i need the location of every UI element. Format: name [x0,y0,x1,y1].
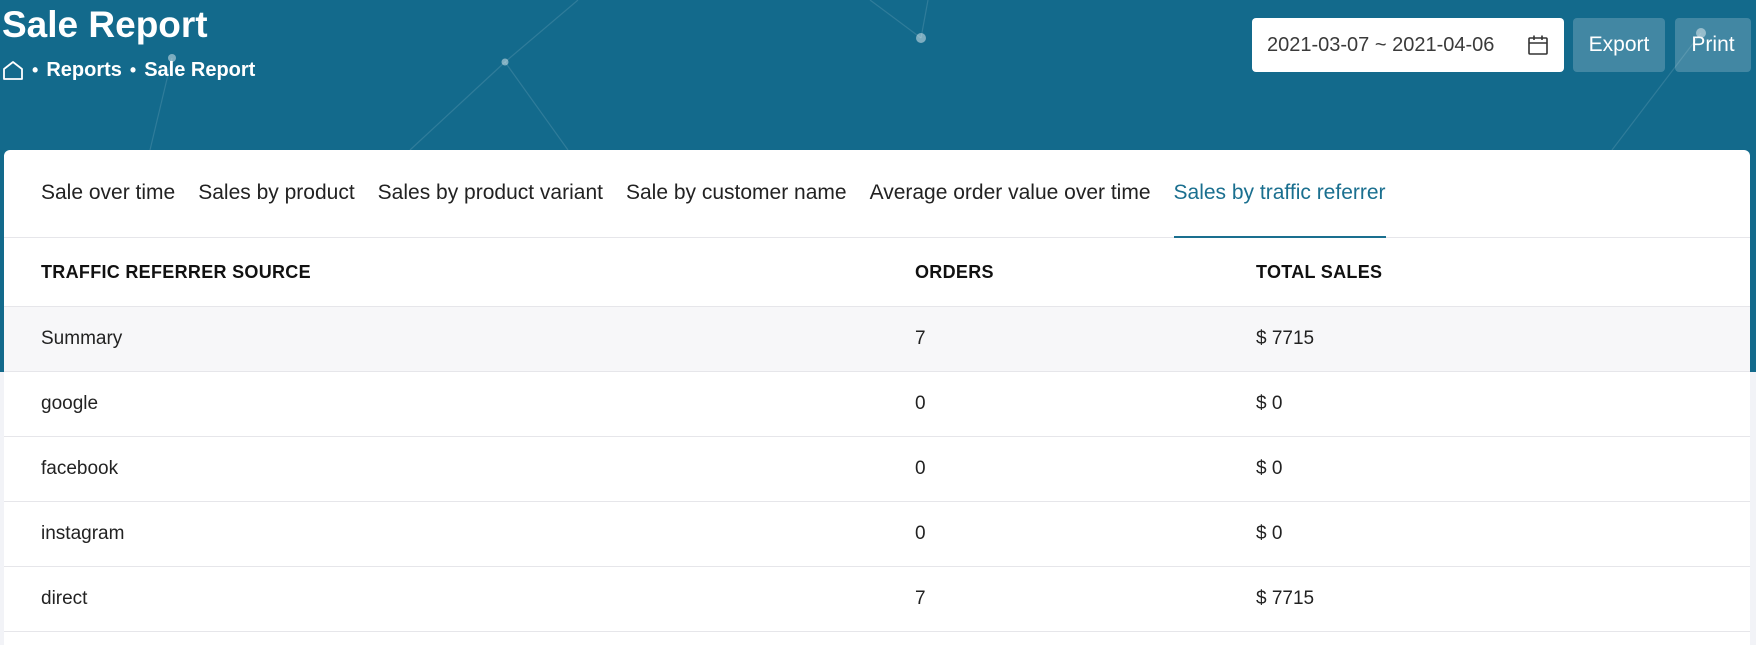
column-header-orders[interactable]: ORDERS [915,238,1256,307]
column-header-total-sales[interactable]: TOTAL SALES [1256,238,1750,307]
tab-sales-by-traffic-referrer[interactable]: Sales by traffic referrer [1173,150,1386,238]
summary-orders: 7 [915,306,1256,372]
tab-sales-by-product-variant[interactable]: Sales by product variant [378,150,603,238]
breadcrumb-current: Sale Report [144,58,256,81]
summary-label: Summary [4,306,915,372]
tab-average-order-value[interactable]: Average order value over time [870,150,1151,238]
tab-sale-by-customer-name[interactable]: Sale by customer name [626,150,847,238]
row-orders: 0 [915,371,1256,437]
row-total: $ 7715 [1256,566,1750,632]
date-range-value: 2021-03-07 ~ 2021-04-06 [1267,33,1495,56]
summary-total: $ 7715 [1256,306,1750,372]
export-button[interactable]: Export [1573,18,1665,72]
breadcrumb-separator: • [129,59,137,80]
row-total: $ 0 [1256,501,1750,567]
home-icon[interactable] [2,59,24,81]
row-source: instagram [4,501,915,567]
row-source: direct [4,566,915,632]
table-row: facebook 0 $ 0 [4,436,1750,502]
table-header-row: TRAFFIC REFERRER SOURCE ORDERS TOTAL SAL… [4,238,1750,307]
table-row: google 0 $ 0 [4,371,1750,437]
report-card: Sale over time Sales by product Sales by… [4,150,1750,645]
row-orders: 7 [915,566,1256,632]
row-total: $ 0 [1256,436,1750,502]
referrer-table: TRAFFIC REFERRER SOURCE ORDERS TOTAL SAL… [4,238,1750,632]
calendar-icon[interactable] [1526,33,1550,57]
breadcrumb-link-reports[interactable]: Reports [46,59,122,82]
row-orders: 0 [915,436,1256,502]
breadcrumb: • Reports • Sale Report [2,58,255,82]
date-range-picker[interactable]: 2021-03-07 ~ 2021-04-06 [1252,18,1564,72]
report-tabs: Sale over time Sales by product Sales by… [4,150,1750,238]
column-header-source[interactable]: TRAFFIC REFERRER SOURCE [4,238,915,307]
row-orders: 0 [915,501,1256,567]
page-title: Sale Report [2,4,208,45]
row-source: facebook [4,436,915,502]
tab-sale-over-time[interactable]: Sale over time [41,150,175,238]
table-row: instagram 0 $ 0 [4,501,1750,567]
print-button[interactable]: Print [1675,18,1751,72]
summary-row: Summary 7 $ 7715 [4,306,1750,372]
breadcrumb-separator: • [32,59,39,80]
row-source: google [4,371,915,437]
row-total: $ 0 [1256,371,1750,437]
table-row: direct 7 $ 7715 [4,566,1750,632]
tab-sales-by-product[interactable]: Sales by product [198,150,354,238]
